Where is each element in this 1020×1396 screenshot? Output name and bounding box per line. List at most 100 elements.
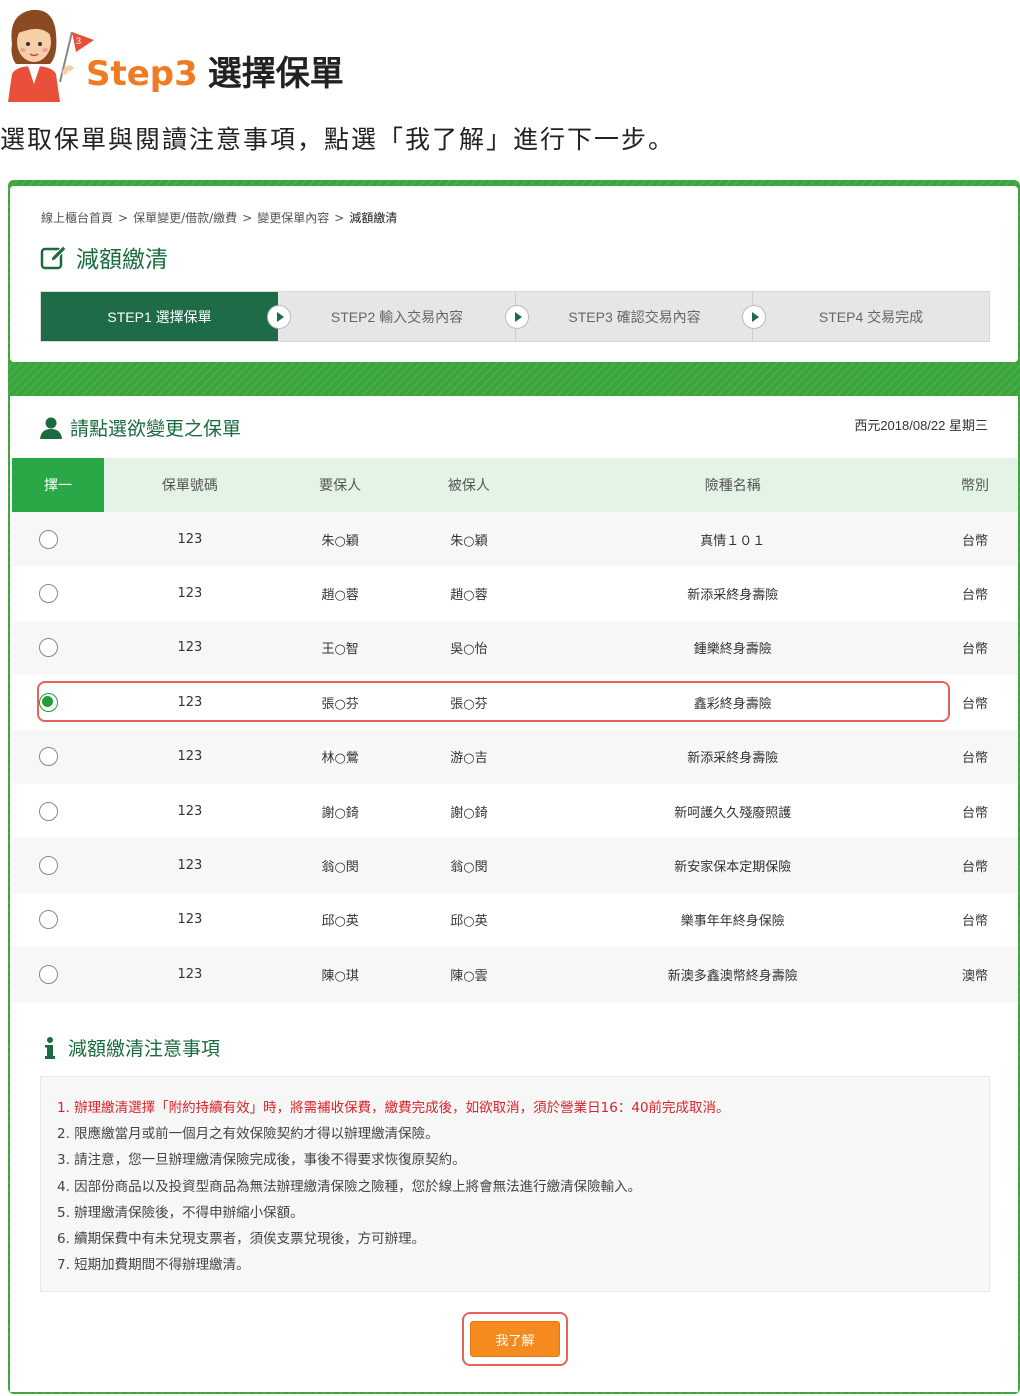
select-cell bbox=[12, 729, 104, 784]
insured-cell: 謝○錡 bbox=[404, 783, 534, 839]
table-row[interactable]: 123 陳○琪 陳○雲 新澳多鑫澳幣終身壽險 澳幣 bbox=[12, 947, 1018, 1002]
select-cell bbox=[12, 947, 104, 1002]
breadcrumb-current: 減額繳清 bbox=[349, 211, 398, 225]
currency-cell: 台幣 bbox=[932, 729, 1018, 784]
insured-cell: 邱○英 bbox=[404, 892, 534, 948]
col-applicant: 要保人 bbox=[275, 458, 405, 512]
policy-radio[interactable] bbox=[38, 856, 58, 876]
table-row[interactable]: 123 趙○蓉 趙○蓉 新添采終身壽險 台幣 bbox=[12, 566, 1018, 621]
step-2-label: STEP2 輸入交易內容 bbox=[330, 308, 464, 325]
instruction-text: 選取保單與閱讀注意事項，點選「我了解」進行下一步。 bbox=[0, 125, 676, 154]
step-1: STEP1 選擇保單 bbox=[41, 292, 291, 341]
policy-radio[interactable] bbox=[38, 747, 58, 767]
table-row[interactable]: 123 謝○錡 謝○錡 新呵護久久殘廢照護 台幣 bbox=[12, 783, 1018, 839]
policy-number-cell: 123 bbox=[104, 729, 276, 784]
understand-button[interactable]: 我了解 bbox=[470, 1321, 560, 1357]
table-row[interactable]: 123 林○鶯 游○吉 新添采終身壽險 台幣 bbox=[12, 729, 1018, 784]
table-row[interactable]: 123 朱○穎 朱○穎 真情１０１ 台幣 bbox=[12, 512, 1018, 567]
col-plan-name: 險種名稱 bbox=[533, 458, 933, 512]
policy-radio[interactable] bbox=[38, 692, 58, 712]
insured-cell: 張○芬 bbox=[404, 675, 534, 730]
policy-radio[interactable] bbox=[38, 638, 58, 658]
select-cell bbox=[12, 512, 104, 567]
col-insured: 被保人 bbox=[404, 458, 534, 512]
currency-cell: 台幣 bbox=[932, 620, 1018, 676]
policy-number-cell: 123 bbox=[104, 838, 276, 893]
applicant-cell: 朱○穎 bbox=[275, 512, 405, 567]
edit-icon bbox=[40, 245, 67, 270]
applicant-cell: 王○智 bbox=[275, 620, 405, 676]
col-select: 擇一 bbox=[12, 458, 104, 512]
applicant-cell: 邱○英 bbox=[275, 892, 405, 948]
breadcrumb-home[interactable]: 線上櫃台首頁 bbox=[41, 211, 113, 225]
plan-name-cell: 新澳多鑫澳幣終身壽險 bbox=[533, 947, 933, 1002]
notes-title: 減額繳清注意事項 bbox=[44, 1034, 220, 1061]
page-title: 減額繳清 bbox=[40, 240, 168, 274]
mascot-illustration: 3 bbox=[8, 9, 94, 102]
insured-cell: 翁○閔 bbox=[404, 838, 534, 893]
step-2: STEP2 輸入交易內容 bbox=[278, 292, 529, 341]
table-row[interactable]: 123 王○智 吳○怡 鍾樂終身壽險 台幣 bbox=[12, 620, 1018, 676]
breadcrumb-separator: > bbox=[118, 211, 129, 225]
plan-name-cell: 新添采終身壽險 bbox=[533, 566, 933, 621]
applicant-cell: 林○鶯 bbox=[275, 729, 405, 784]
note-item: 4. 因部份商品以及投資型商品為無法辦理繳清保險之險種，您於線上將會無法進行繳清… bbox=[57, 1178, 642, 1195]
arrow-icon bbox=[505, 305, 529, 329]
table-row[interactable]: 123 邱○英 邱○英 樂事年年終身保險 台幣 bbox=[12, 892, 1018, 948]
table-row[interactable]: 123 翁○閔 翁○閔 新安家保本定期保險 台幣 bbox=[12, 838, 1018, 893]
currency-cell: 澳幣 bbox=[932, 947, 1018, 1002]
select-cell bbox=[12, 566, 104, 621]
page-title-text: 減額繳清 bbox=[76, 247, 168, 273]
policy-number-cell: 123 bbox=[104, 783, 276, 839]
info-icon bbox=[45, 1036, 55, 1059]
select-cell bbox=[12, 675, 104, 730]
step-4: STEP4 交易完成 bbox=[753, 292, 989, 341]
note-item: 6. 續期保費中有未兌現支票者，須俟支票兌現後，方可辦理。 bbox=[57, 1231, 426, 1248]
policy-number-cell: 123 bbox=[104, 892, 276, 948]
insured-cell: 陳○雲 bbox=[404, 947, 534, 1002]
note-item: 3. 請注意，您一旦辦理繳清保險完成後，事後不得要求恢復原契約。 bbox=[57, 1152, 466, 1169]
applicant-cell: 謝○錡 bbox=[275, 783, 405, 839]
breadcrumb-policy-change[interactable]: 保單變更/借款/繳費 bbox=[133, 211, 237, 225]
select-cell bbox=[12, 892, 104, 948]
select-cell bbox=[12, 783, 104, 839]
currency-cell: 台幣 bbox=[932, 892, 1018, 948]
applicant-cell: 趙○蓉 bbox=[275, 566, 405, 621]
note-item: 7. 短期加費期間不得辦理繳清。 bbox=[57, 1257, 250, 1274]
policy-radio[interactable] bbox=[38, 910, 58, 930]
notes-list: 1. 辦理繳清選擇「附約持續有效」時，將需補收保費，繳費完成後，如欲取消，須於營… bbox=[40, 1076, 990, 1292]
note-item: 2. 限應繳當月或前一個月之有效保險契約才得以辦理繳清保險。 bbox=[57, 1126, 439, 1143]
mascot-flag-number: 3 bbox=[76, 36, 81, 46]
currency-cell: 台幣 bbox=[932, 783, 1018, 839]
policy-radio[interactable] bbox=[38, 529, 58, 549]
plan-name-cell: 新呵護久久殘廢照護 bbox=[533, 783, 933, 839]
currency-cell: 台幣 bbox=[932, 566, 1018, 621]
applicant-cell: 張○芬 bbox=[275, 675, 405, 730]
step-3-label: STEP3 確認交易內容 bbox=[568, 308, 701, 325]
step-name: 選擇保單 bbox=[207, 54, 344, 94]
select-cell bbox=[12, 838, 104, 893]
insured-cell: 游○吉 bbox=[404, 729, 534, 784]
plan-name-cell: 鍾樂終身壽險 bbox=[533, 620, 933, 676]
user-icon bbox=[40, 417, 62, 439]
notes-title-text: 減額繳清注意事項 bbox=[68, 1038, 221, 1060]
plan-name-cell: 樂事年年終身保險 bbox=[533, 892, 933, 948]
policy-radio[interactable] bbox=[38, 584, 58, 604]
currency-cell: 台幣 bbox=[932, 512, 1018, 567]
policy-section-title-text: 請點選欲變更之保單 bbox=[70, 418, 242, 440]
breadcrumb-separator: > bbox=[242, 211, 253, 225]
policy-number-cell: 123 bbox=[104, 947, 276, 1002]
policy-table: 擇一 保單號碼 要保人 被保人 險種名稱 幣別 123 朱○穎 朱○穎 真情１０１ 台幣… bbox=[12, 458, 1018, 1002]
plan-name-cell: 鑫彩終身壽險 bbox=[533, 675, 933, 730]
insured-cell: 趙○蓉 bbox=[404, 566, 534, 621]
arrow-icon bbox=[267, 305, 291, 329]
policy-radio[interactable] bbox=[38, 964, 58, 984]
insured-cell: 吳○怡 bbox=[404, 620, 534, 676]
step-1-label: STEP1 選擇保單 bbox=[107, 308, 212, 325]
table-row[interactable]: 123 張○芬 張○芬 鑫彩終身壽險 台幣 bbox=[12, 675, 1018, 730]
policy-number-cell: 123 bbox=[104, 620, 276, 676]
note-item: 1. 辦理繳清選擇「附約持續有效」時，將需補收保費，繳費完成後，如欲取消，須於營… bbox=[57, 1100, 730, 1116]
policy-radio[interactable] bbox=[38, 801, 58, 821]
breadcrumb-change-content[interactable]: 變更保單內容 bbox=[257, 211, 329, 225]
step-number: Step3 bbox=[86, 54, 198, 94]
